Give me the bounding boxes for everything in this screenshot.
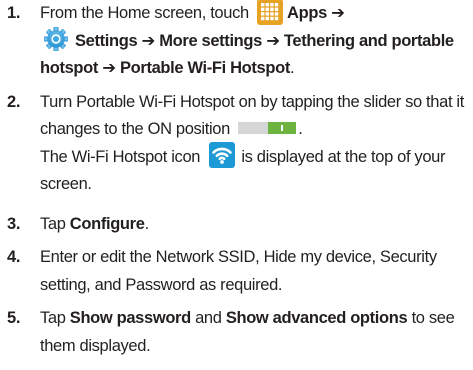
period: . (144, 214, 150, 233)
step-3: 3. Tap Configure. (0, 211, 473, 239)
wifi-hotspot-icon (209, 142, 236, 169)
arrow: ➔ (266, 31, 280, 50)
step-number: 5. (7, 309, 21, 327)
hotspot-label: hotspot (40, 59, 99, 77)
on-off-slider-icon (238, 121, 297, 134)
step-1: 1. From the Home screen, touch Apps ➔ Se… (0, 0, 473, 83)
arrow: ➔ (102, 59, 116, 77)
tethering-label: Tethering and portable (283, 31, 454, 50)
step-number: 1. (7, 4, 21, 22)
step-2: 2. Turn Portable Wi-Fi Hotspot on by tap… (0, 89, 473, 199)
configure-label: Configure (69, 214, 145, 233)
step-number: 3. (7, 214, 21, 233)
apps-grid-icon (257, 0, 284, 25)
step-4: 4. Enter or edit the Network SSID, Hide … (0, 244, 473, 299)
step-1-intro: From the Home screen, touch (40, 4, 249, 22)
show-advanced-options-label: Show advanced options (225, 309, 408, 327)
apps-label: Apps (287, 4, 327, 22)
portable-hotspot-label: Portable Wi-Fi Hotspot (120, 59, 290, 77)
instruction-steps: 1. From the Home screen, touch Apps ➔ Se… (0, 0, 473, 366)
period: . (298, 120, 303, 138)
settings-gear-icon (43, 26, 69, 52)
settings-label: Settings (75, 31, 138, 50)
arrow: ➔ (331, 4, 345, 22)
slider-knob (268, 121, 297, 134)
period: . (289, 59, 295, 77)
step-2-icon-intro: The Wi-Fi Hotspot icon (40, 147, 201, 166)
step-5-pre: Tap (40, 309, 66, 327)
more-settings-label: More settings (159, 31, 262, 50)
step-3-pre: Tap (40, 214, 66, 233)
step-5-mid: and (195, 309, 222, 327)
step-number: 4. (7, 248, 21, 266)
step-4-text: Enter or edit the Network SSID, Hide my … (40, 248, 437, 294)
step-5: 5. Tap Show password and Show advanced o… (0, 305, 473, 360)
show-password-label: Show password (69, 309, 191, 327)
arrow: ➔ (141, 31, 156, 50)
step-number: 2. (7, 92, 21, 111)
